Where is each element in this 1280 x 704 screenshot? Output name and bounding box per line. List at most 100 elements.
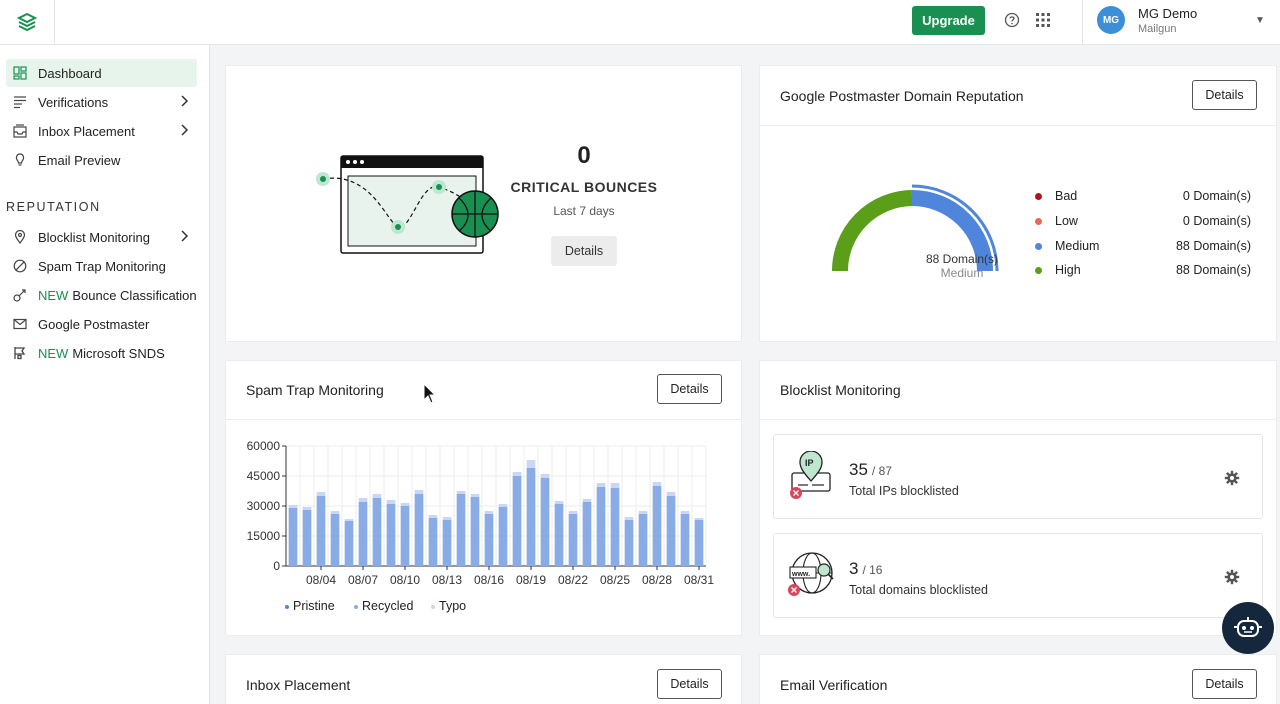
sidebar-item-email-preview[interactable]: Email Preview [6,146,197,174]
sidebar-item-label: Dashboard [38,65,102,81]
bar-recycled [498,507,508,566]
domains-count: 3 [849,559,859,578]
inbox-icon [12,123,28,139]
blocklisted-domains-label: Total domains blocklisted [849,583,988,597]
card-title: Blocklist Monitoring [780,382,901,398]
chevron-down-icon: ▼ [1255,15,1265,26]
user-menu[interactable]: MG MG Demo Mailgun ▼ [1082,0,1280,45]
help-icon[interactable] [1004,12,1020,28]
blocklisted-domains-row[interactable]: www. 3/ 16 Total domains blocklisted [773,533,1263,618]
domain-globe-icon: www. [788,552,834,596]
divider [760,419,1276,420]
bar-recycled [386,504,396,566]
sidebar-item-blocklist-monitoring[interactable]: Blocklist Monitoring [6,223,197,251]
x-tick-label: 08/10 [390,573,420,587]
divider [226,419,741,420]
bar-typo [442,517,452,520]
bounce-label: CRITICAL BOUNCES [510,179,658,195]
svg-text:IP: IP [805,458,814,468]
sidebar-item-google-postmaster[interactable]: Google Postmaster [6,310,197,338]
blocklisted-ips-row[interactable]: IP 35/ 87 Total IPs blocklisted [773,434,1263,519]
sidebar-item-spam-trap-monitoring[interactable]: Spam Trap Monitoring [6,252,197,280]
bar-typo [400,503,410,506]
sidebar-item-bounce-classification[interactable]: NEW Bounce Classification [6,281,197,309]
bar-recycled [428,518,438,566]
ips-total: / 87 [871,464,892,478]
bar-typo [330,511,340,514]
x-tick-label: 08/19 [516,573,546,587]
critical-bounces-card: 0 CRITICAL BOUNCES Last 7 days Details [225,65,742,342]
robot-icon [1234,617,1262,637]
bar-recycled [638,514,648,566]
sidebar-item-label: Email Preview [38,152,121,168]
legend-label: Medium [1055,239,1100,253]
legend-value: 0 Domain(s) [1182,214,1251,228]
bounces-details-button[interactable]: Details [551,236,617,266]
email-verification-details-button[interactable]: Details [1192,669,1257,699]
legend-dot [1035,267,1042,274]
legend-label: High [1055,263,1081,277]
legend-dot [431,604,435,609]
y-tick-label: 45000 [247,469,281,483]
sidebar-item-label: Spam Trap Monitoring [38,258,166,274]
sidebar-item-label: Inbox Placement [38,123,135,139]
logo[interactable] [0,0,55,45]
bar-typo [512,472,522,476]
legend-label: Typo [439,599,467,613]
bar-typo [358,498,368,502]
legend-item-bad: Bad 0 Domain(s) [1033,189,1253,205]
bar-typo [288,505,298,508]
legend-value: 0 Domain(s) [1182,189,1251,203]
bar-recycled [652,486,662,566]
inbox-placement-details-button[interactable]: Details [657,669,722,699]
sidebar-item-verifications[interactable]: Verifications [6,88,197,116]
legend-dot [1035,218,1042,225]
bar-recycled [456,494,466,566]
bar-typo [680,511,690,514]
bar-typo [610,483,620,488]
bar-typo [596,483,606,487]
y-tick-label: 0 [273,559,280,573]
bar-typo [456,491,466,494]
bar-typo [694,518,704,520]
y-tick-label: 30000 [247,499,281,513]
divider [760,125,1276,126]
bar-recycled [344,521,354,566]
legend-item-typo: Typo [431,599,466,613]
chatbot-button[interactable] [1222,602,1274,654]
sidebar-item-microsoft-snds[interactable]: NEW Microsoft SNDS [6,339,197,367]
sidebar-item-label: Blocklist Monitoring [38,229,150,245]
bar-typo [316,492,326,496]
gear-icon[interactable] [1224,569,1240,585]
bar-typo [470,494,480,497]
upgrade-button[interactable]: Upgrade [912,6,985,35]
top-bar: Upgrade MG MG Demo Mailgun ▼ [0,0,1280,45]
bar-typo [484,511,494,514]
apps-grid-icon[interactable] [1035,12,1051,28]
bar-recycled [372,498,382,566]
bar-typo [302,507,312,510]
bar-typo [414,490,424,494]
inbox-placement-card: Inbox Placement Details [225,654,742,704]
x-tick-label: 08/16 [474,573,504,587]
postmaster-details-button[interactable]: Details [1192,80,1257,110]
card-title: Inbox Placement [246,677,351,693]
sidebar-item-inbox-placement[interactable]: Inbox Placement [6,117,197,145]
bulb-icon [12,152,28,168]
bar-recycled [666,496,676,566]
spam-trap-details-button[interactable]: Details [657,374,722,404]
chevron-right-icon [181,124,189,136]
user-name: MG Demo [1138,6,1198,21]
legend-label: Bad [1055,189,1078,203]
sidebar-item-dashboard[interactable]: Dashboard [6,59,197,87]
bar-typo [652,482,662,486]
bar-recycled [540,478,550,566]
blocklist-card: Blocklist Monitoring IP 35/ 87 Total IPs… [759,360,1277,636]
gear-icon[interactable] [1224,470,1240,486]
bar-recycled [610,488,620,566]
bounce-count: 0 [577,142,591,169]
postmaster-card: Google Postmaster Domain Reputation Deta… [759,65,1277,342]
mouse-cursor [423,383,437,404]
bar-recycled [568,514,578,566]
bar-recycled [470,497,480,566]
